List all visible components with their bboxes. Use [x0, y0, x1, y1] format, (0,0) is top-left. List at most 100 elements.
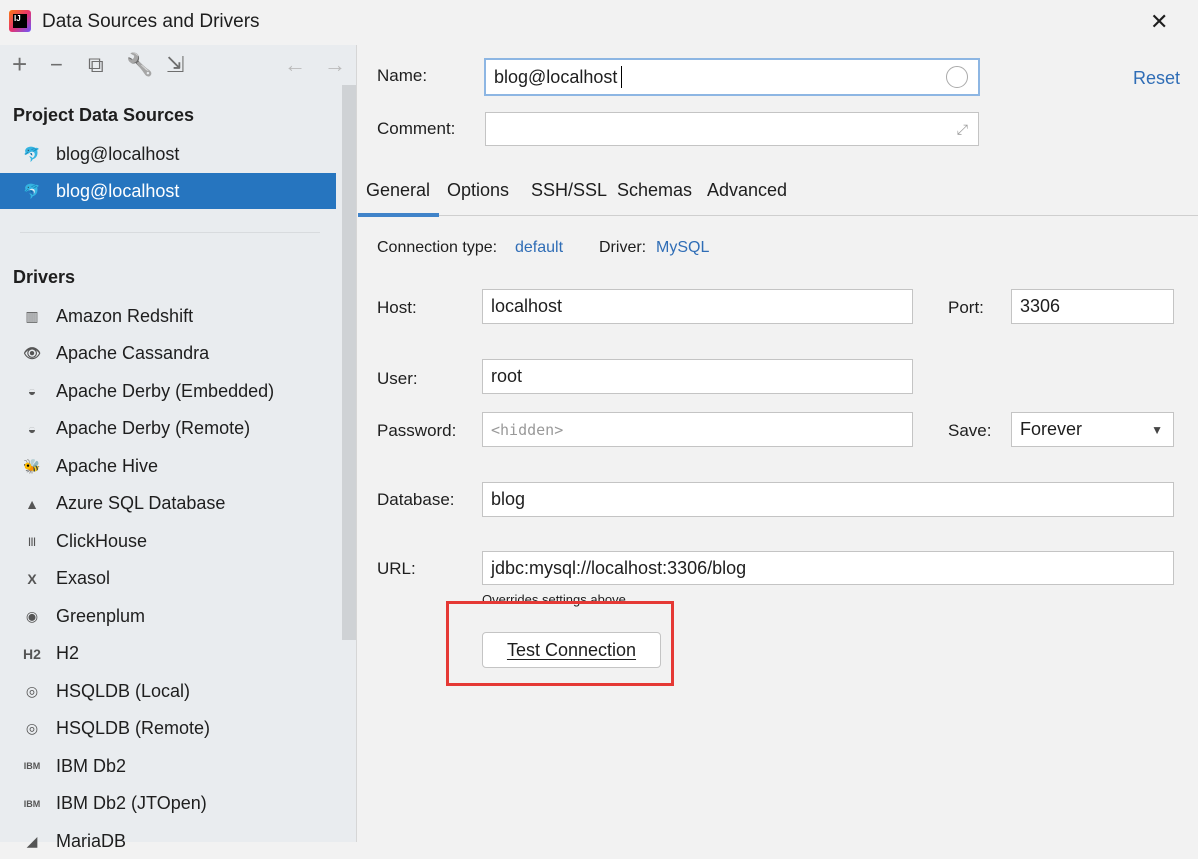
port-label: Port:: [948, 298, 984, 317]
import-icon[interactable]: ⇲: [166, 52, 184, 78]
driver-item[interactable]: ◉ Greenplum: [0, 598, 336, 634]
driver-item[interactable]: 👁 Apache Cassandra: [0, 336, 336, 372]
comment-label: Comment:: [377, 119, 456, 138]
driver-label: Apache Hive: [56, 455, 159, 476]
data-source-item[interactable]: 🐬 blog@localhost: [0, 136, 336, 172]
driver-item[interactable]: ▥ Amazon Redshift: [0, 298, 336, 334]
driver-label: Apache Derby (Embedded): [56, 380, 275, 401]
driver-icon: ◎: [25, 720, 39, 736]
wrench-icon[interactable]: 🔧: [126, 52, 153, 78]
driver-icon: IBM: [23, 761, 41, 771]
host-input[interactable]: localhost: [482, 289, 913, 324]
data-source-label: blog@localhost: [56, 143, 180, 164]
user-input[interactable]: root: [482, 359, 913, 394]
driver-label: Greenplum: [56, 605, 146, 626]
driver-label: Driver:: [599, 239, 647, 256]
forward-icon[interactable]: →: [324, 52, 346, 78]
driver-item[interactable]: ◒ Apache Derby (Embedded): [0, 373, 336, 409]
drivers-heading: Drivers: [13, 267, 76, 287]
project-data-sources-heading: Project Data Sources: [13, 105, 195, 125]
name-label: Name:: [377, 66, 428, 85]
data-source-item-selected[interactable]: 🐬 blog@localhost: [0, 173, 336, 209]
password-input[interactable]: <hidden>: [482, 412, 913, 447]
add-icon[interactable]: +: [12, 49, 27, 80]
duplicate-icon[interactable]: ⧉: [88, 52, 104, 78]
user-label: User:: [377, 369, 418, 388]
data-source-label: blog@localhost: [56, 180, 180, 201]
title-bar: IJ Data Sources and Drivers ✕: [0, 0, 1198, 45]
driver-item[interactable]: 🐝 Apache Hive: [0, 448, 336, 484]
back-icon[interactable]: ←: [284, 52, 306, 78]
app-logo-icon: IJ: [9, 10, 31, 32]
test-connection-label: Test Connection: [506, 639, 637, 660]
reset-link[interactable]: Reset: [1133, 68, 1180, 89]
expand-icon[interactable]: ⤢: [957, 121, 968, 138]
driver-icon: X: [27, 570, 37, 587]
driver-icon: |||: [28, 536, 36, 546]
connection-type-label: Connection type:: [377, 239, 498, 256]
driver-item[interactable]: ◎ HSQLDB (Remote): [0, 711, 336, 747]
driver-label: IBM Db2: [56, 755, 127, 776]
database-input[interactable]: blog: [482, 482, 1174, 517]
name-input[interactable]: blog@localhost: [484, 58, 980, 96]
driver-label: Apache Cassandra: [56, 343, 210, 363]
driver-label: MariaDB: [56, 830, 127, 851]
tab-advanced[interactable]: Advanced: [707, 180, 787, 201]
driver-item[interactable]: ◢ MariaDB: [0, 823, 336, 859]
tab-sshssl[interactable]: SSH/SSL: [531, 180, 607, 201]
driver-label: Exasol: [56, 568, 111, 588]
mysql-dolphin-icon: 🐬: [23, 182, 41, 199]
test-connection-button[interactable]: Test Connection: [482, 632, 661, 668]
save-value: Forever: [1020, 419, 1083, 439]
driver-item[interactable]: H2 H2: [0, 636, 336, 672]
driver-item[interactable]: X Exasol: [0, 561, 336, 597]
driver-label: Apache Derby (Remote): [56, 418, 251, 438]
driver-icon: 👁: [23, 345, 41, 361]
connection-type-link[interactable]: default: [515, 239, 563, 257]
driver-label: ClickHouse: [56, 530, 148, 551]
driver-label: IBM Db2 (JTOpen): [56, 793, 207, 813]
driver-icon: ◉: [25, 607, 39, 624]
tabs-divider: [358, 215, 1198, 216]
password-label: Password:: [377, 421, 457, 440]
tab-schemas[interactable]: Schemas: [617, 180, 692, 201]
host-label: Host:: [377, 298, 417, 317]
driver-icon: ◒: [27, 383, 37, 399]
mysql-dolphin-icon: 🐬: [23, 145, 41, 162]
window-title: Data Sources and Drivers: [42, 11, 260, 32]
save-label: Save:: [948, 421, 992, 440]
driver-link[interactable]: MySQL: [656, 239, 709, 257]
driver-icon: ▥: [25, 307, 39, 324]
driver-icon: H2: [23, 645, 41, 662]
driver-icon: ◒: [27, 420, 37, 437]
driver-label: HSQLDB (Local): [56, 680, 191, 701]
driver-item[interactable]: IBM IBM Db2: [0, 748, 336, 784]
tab-general[interactable]: General: [366, 180, 430, 201]
driver-item[interactable]: ||| ClickHouse: [0, 523, 336, 559]
driver-icon: 🐝: [23, 457, 41, 474]
driver-icon: ▲: [25, 495, 39, 512]
driver-label: Azure SQL Database: [56, 493, 226, 513]
url-input[interactable]: jdbc:mysql://localhost:3306/blog: [482, 551, 1174, 585]
driver-item[interactable]: ◎ HSQLDB (Local): [0, 673, 336, 709]
save-dropdown[interactable]: Forever ▼: [1011, 412, 1174, 447]
divider: [20, 232, 320, 233]
driver-label: Amazon Redshift: [56, 305, 194, 326]
active-tab-underline: [358, 213, 439, 217]
name-value: blog@localhost: [494, 66, 618, 87]
driver-item[interactable]: ▲ Azure SQL Database: [0, 486, 336, 522]
sidebar-scrollbar[interactable]: [342, 85, 356, 640]
driver-icon: ◎: [25, 682, 39, 699]
tab-options[interactable]: Options: [447, 180, 509, 201]
driver-label: HSQLDB (Remote): [56, 718, 211, 738]
remove-icon[interactable]: −: [50, 52, 63, 78]
chevron-down-icon: ▼: [1151, 422, 1163, 437]
driver-icon: IBM: [23, 798, 41, 809]
comment-input[interactable]: ⤢: [485, 112, 979, 146]
url-label: URL:: [377, 559, 416, 578]
driver-item[interactable]: IBM IBM Db2 (JTOpen): [0, 786, 336, 822]
driver-item[interactable]: ◒ Apache Derby (Remote): [0, 411, 336, 447]
port-input[interactable]: 3306: [1011, 289, 1174, 324]
close-button[interactable]: ✕: [1150, 9, 1168, 35]
driver-label: H2: [56, 643, 80, 663]
